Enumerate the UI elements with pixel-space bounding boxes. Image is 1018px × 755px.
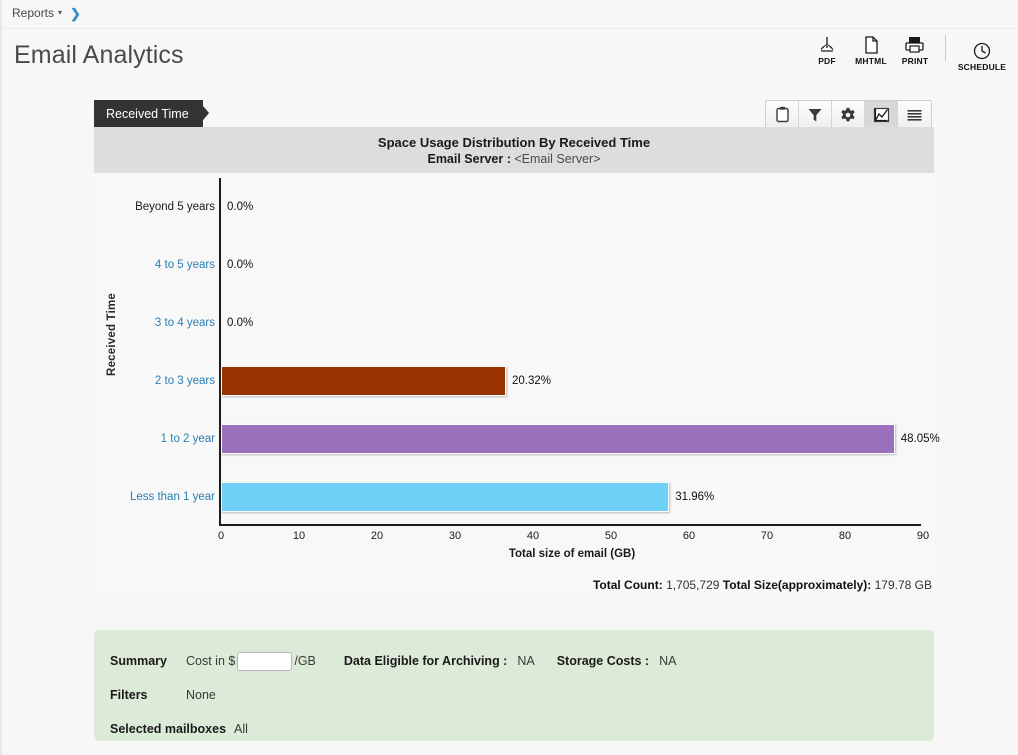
x-axis-title: Total size of email (GB) [508, 548, 636, 560]
export-pdf-label: PDF [818, 56, 836, 66]
total-count-value: 1,705,729 [666, 578, 720, 592]
x-axis-tick-label: 20 [370, 530, 384, 542]
x-axis-tick-label: 80 [838, 530, 852, 542]
x-axis-tick-label: 30 [448, 530, 462, 542]
chart-subtitle: Email Server : <Email Server> [94, 151, 934, 168]
chart-subtitle-label: Email Server : [427, 152, 511, 166]
page-title: Email Analytics [14, 41, 184, 69]
clipboard-icon-button[interactable] [766, 101, 799, 128]
category-label: Beyond 5 years [135, 201, 215, 213]
filters-value: None [186, 688, 216, 702]
archiving-label: Data Eligible for Archiving : [343, 654, 508, 668]
category-label[interactable]: 4 to 5 years [95, 259, 215, 271]
total-size-label: Total Size(approximately): [722, 578, 872, 592]
list-icon [907, 109, 922, 121]
category-label[interactable]: 1 to 2 year [95, 433, 215, 445]
print-icon [904, 33, 926, 55]
clock-icon [972, 39, 992, 61]
cost-unit-label: /GB [294, 654, 316, 668]
x-axis-tick-label: 0 [217, 530, 225, 542]
report-page: Reports ▾ ❯ Email Analytics PDF MHTML PR… [0, 0, 1018, 755]
filter-icon-button[interactable] [799, 101, 832, 128]
tab-arrow-shape [198, 100, 209, 126]
chart-bar[interactable] [221, 424, 895, 454]
x-axis-tick-label: 70 [760, 530, 774, 542]
bar-value-label: 48.05% [900, 433, 940, 445]
total-count-label: Total Count: [592, 578, 663, 592]
chart-icon-button[interactable] [865, 101, 898, 128]
export-actions: PDF MHTML PRINT SCHEDULE [805, 33, 1010, 72]
list-icon-button[interactable] [898, 101, 931, 128]
bar-value-label: 31.96% [675, 491, 715, 503]
breadcrumb: Reports ▾ ❯ [12, 6, 81, 20]
tab-received-time[interactable]: Received Time [94, 100, 203, 127]
chart-bar[interactable] [221, 482, 670, 512]
summary-row-mailboxes: Selected mailboxes All [110, 712, 934, 746]
summary-row-cost: Summary Cost in $ /GB Data Eligible for … [110, 644, 934, 678]
gear-icon-button[interactable] [832, 101, 865, 128]
export-pdf-button[interactable]: PDF [805, 33, 849, 66]
category-label[interactable]: Less than 1 year [95, 491, 215, 503]
pdf-icon [817, 33, 837, 55]
chevron-down-icon[interactable]: ▾ [58, 9, 62, 17]
breadcrumb-item-reports[interactable]: Reports [12, 6, 54, 20]
export-mhtml-label: MHTML [855, 56, 887, 66]
bar-value-label: 0.0% [227, 201, 254, 213]
bar-value-label: 20.32% [512, 375, 552, 387]
bar-value-label: 0.0% [227, 259, 254, 271]
print-label: PRINT [901, 56, 929, 66]
chart-subtitle-value: <Email Server> [514, 152, 601, 166]
schedule-label: SCHEDULE [957, 62, 1007, 72]
x-axis-tick-label: 10 [292, 530, 306, 542]
breadcrumb-separator-icon: ❯ [70, 5, 81, 21]
x-axis-tick-label: 90 [916, 530, 930, 542]
chart-bar[interactable] [221, 366, 506, 396]
storage-costs-label: Storage Costs : [556, 654, 650, 668]
mailboxes-label: Selected mailboxes [110, 722, 227, 736]
clipboard-icon [775, 106, 789, 123]
cost-label: Cost in $ [186, 654, 236, 668]
chart-title: Space Usage Distribution By Received Tim… [377, 135, 651, 150]
chart-body: Received Time Beyond 5 years 0.0% 4 to 5 y… [94, 173, 940, 593]
mailboxes-value: All [234, 722, 248, 736]
total-size-value: 179.78 GB [874, 578, 932, 592]
print-button[interactable]: PRINT [893, 33, 937, 66]
summary-panel: Summary Cost in $ /GB Data Eligible for … [94, 630, 934, 741]
chart-plot-area: Beyond 5 years 0.0% 4 to 5 years 0.0% 3 to 4… [130, 178, 940, 560]
schedule-button[interactable]: SCHEDULE [954, 39, 1010, 72]
y-axis-title: Received Time [106, 293, 118, 376]
gear-icon [841, 107, 855, 121]
x-axis-tick-label: 60 [682, 530, 696, 542]
x-axis-tick-label: 50 [604, 530, 618, 542]
tab-received-time-label: Received Time [106, 106, 189, 121]
archiving-value: NA [517, 654, 535, 668]
export-mhtml-button[interactable]: MHTML [849, 33, 893, 66]
category-label[interactable]: 3 to 4 years [95, 317, 215, 329]
mhtml-icon [861, 33, 881, 55]
summary-label: Summary [110, 654, 167, 668]
chart-icon [873, 107, 889, 122]
summary-row-filters: Filters None [110, 678, 934, 712]
chart-header: Space Usage Distribution By Received Tim… [94, 127, 934, 173]
filters-label: Filters [110, 688, 148, 702]
cost-input[interactable] [237, 651, 293, 671]
storage-costs-value: NA [659, 654, 677, 668]
header-divider [2, 28, 1018, 29]
actions-divider [945, 35, 946, 61]
x-axis-tick-label: 40 [526, 530, 540, 542]
chart-toolbar [765, 100, 932, 129]
filter-icon [808, 108, 822, 121]
bar-value-label: 0.0% [227, 317, 254, 329]
chart-totals: Total Count: 1,705,729 Total Size(approx… [593, 578, 932, 592]
category-label[interactable]: 2 to 3 years [95, 375, 215, 387]
